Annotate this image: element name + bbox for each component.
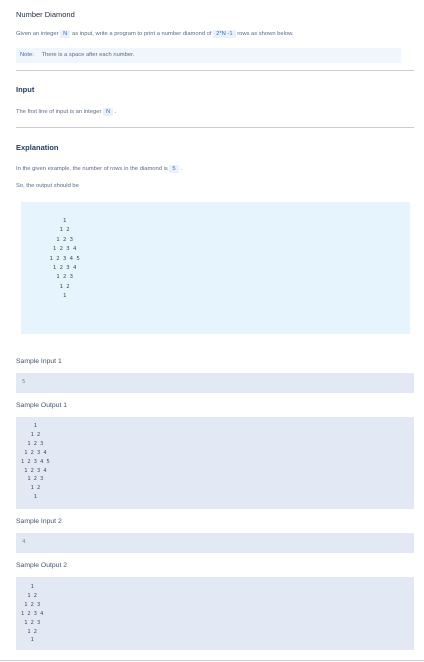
explanation-diamond: 1 1 2 1 2 3 1 2 3 4 1 2 3 4 5 1 2 3 4 1 … — [49, 218, 80, 300]
rows-value-chip: 5 — [169, 165, 179, 173]
explanation-line2: So, the output should be — [16, 183, 79, 189]
divider — [16, 70, 414, 71]
sample-output-1-label: Sample Output 1 — [16, 402, 68, 409]
explanation-heading: Explanation — [16, 143, 59, 152]
sample-output-1-box: 1 1 2 1 2 3 1 2 3 4 1 2 3 4 5 1 2 3 4 1 … — [16, 417, 414, 509]
explanation-line1: In the given example, the number of rows… — [16, 165, 182, 173]
sample-output-2-label: Sample Output 2 — [16, 562, 68, 569]
sample-input-1-box: 5 — [16, 373, 414, 393]
desc-suffix: rows as shown below. — [237, 31, 294, 37]
desc-var-chip: N — [60, 30, 71, 38]
sample-output-2-value: 1 1 2 1 2 3 1 2 3 4 1 2 3 1 2 1 — [21, 584, 44, 644]
sample-input-1-value: 5 — [22, 379, 26, 385]
explanation-line1-suffix: . — [180, 166, 182, 172]
input-heading: Input — [16, 85, 35, 94]
input-text-suffix: . — [114, 109, 117, 115]
sample-input-2-box: 4 — [16, 533, 414, 553]
note-box: Note: There is a space after each number… — [16, 48, 401, 63]
explanation-line1-prefix: In the given example, the number of rows… — [16, 166, 168, 172]
desc-formula-chip: 2*N -1 — [213, 30, 236, 38]
desc-prefix: Given an integer — [16, 31, 59, 37]
sample-input-2-value: 4 — [22, 539, 26, 545]
problem-description: Given an integer N as input, write a pro… — [16, 30, 294, 38]
explanation-diamond-box: 1 1 2 1 2 3 1 2 3 4 1 2 3 4 5 1 2 3 4 1 … — [21, 202, 410, 334]
note-label: Note: — [20, 52, 34, 58]
sample-input-2-label: Sample Input 2 — [16, 518, 62, 525]
bottom-border — [0, 660, 424, 661]
input-var-chip: N — [103, 108, 114, 116]
divider — [16, 127, 414, 128]
sample-input-1-label: Sample Input 1 — [16, 358, 62, 365]
input-description: The first line of input is an integer N … — [16, 108, 116, 116]
sample-output-1-value: 1 1 2 1 2 3 1 2 3 4 1 2 3 4 5 1 2 3 4 1 … — [21, 423, 50, 501]
input-text-prefix: The first line of input is an integer — [16, 109, 102, 115]
note-text: There is a space after each number. — [41, 52, 135, 58]
sample-output-2-box: 1 1 2 1 2 3 1 2 3 4 1 2 3 1 2 1 — [16, 577, 414, 650]
desc-middle: as input, write a program to print a num… — [71, 31, 212, 37]
problem-title: Number Diamond — [16, 10, 75, 19]
